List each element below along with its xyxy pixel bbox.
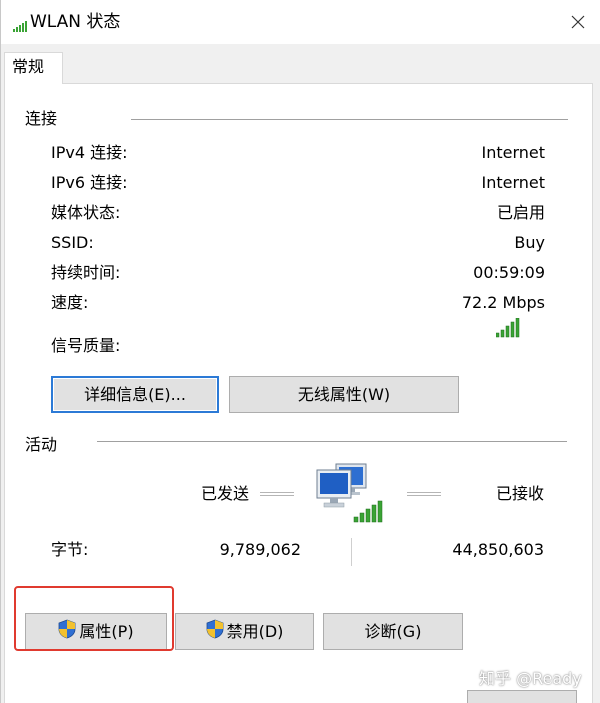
activity-group-title: 活动 — [25, 435, 58, 454]
media-state-label: 媒体状态: — [51, 203, 121, 222]
title-bar: WLAN 状态 — [1, 0, 600, 44]
diagnose-button[interactable]: 诊断(G) — [323, 613, 463, 650]
disable-button[interactable]: 禁用(D) — [175, 613, 314, 650]
uac-shield-icon — [206, 619, 224, 644]
duration-value: 00:59:09 — [473, 263, 545, 282]
speed-label: 速度: — [51, 293, 89, 312]
bytes-sent-value: 9,789,062 — [219, 540, 301, 559]
ssid-value: Buy — [514, 233, 545, 252]
received-label: 已接收 — [495, 484, 544, 503]
wlan-status-window: WLAN 状态 常规 连接 IPv4 连接: Internet IPv6 连接:… — [0, 0, 600, 703]
bytes-separator — [351, 538, 353, 566]
connection-group-title: 连接 — [25, 109, 58, 128]
highlight-box — [14, 586, 174, 651]
wireless-properties-button[interactable]: 无线属性(W) — [229, 376, 459, 413]
ssid-label: SSID: — [51, 233, 94, 252]
sent-label: 已发送 — [201, 484, 250, 503]
activity-group-divider — [97, 441, 567, 442]
window-title: WLAN 状态 — [30, 12, 121, 32]
disable-button-label: 禁用(D) — [226, 621, 284, 641]
connection-group-divider — [131, 119, 568, 120]
signal-quality-label: 信号质量: — [51, 336, 121, 355]
network-computers-icon — [314, 462, 384, 530]
ipv6-label: IPv6 连接: — [51, 173, 128, 192]
details-button[interactable]: 详细信息(E)... — [51, 376, 219, 413]
ipv6-value: Internet — [481, 173, 545, 192]
ipv4-label: IPv4 连接: — [51, 143, 128, 162]
wifi-signal-icon — [13, 17, 27, 32]
bytes-label: 字节: — [51, 540, 89, 559]
tab-general[interactable]: 常规 — [4, 52, 63, 84]
speed-value: 72.2 Mbps — [461, 293, 545, 312]
watermark: 知乎 @Ready — [479, 669, 582, 688]
close-icon — [571, 15, 585, 29]
ipv4-value: Internet — [481, 143, 545, 162]
duration-label: 持续时间: — [51, 263, 121, 282]
media-state-value: 已启用 — [496, 203, 545, 222]
received-activity-bar — [407, 492, 441, 496]
bytes-received-value: 44,850,603 — [452, 540, 544, 559]
dialog-close-button-partial[interactable] — [467, 690, 577, 703]
sent-activity-bar — [260, 492, 294, 496]
signal-quality-bars-icon — [495, 317, 520, 342]
close-button[interactable] — [555, 0, 600, 44]
